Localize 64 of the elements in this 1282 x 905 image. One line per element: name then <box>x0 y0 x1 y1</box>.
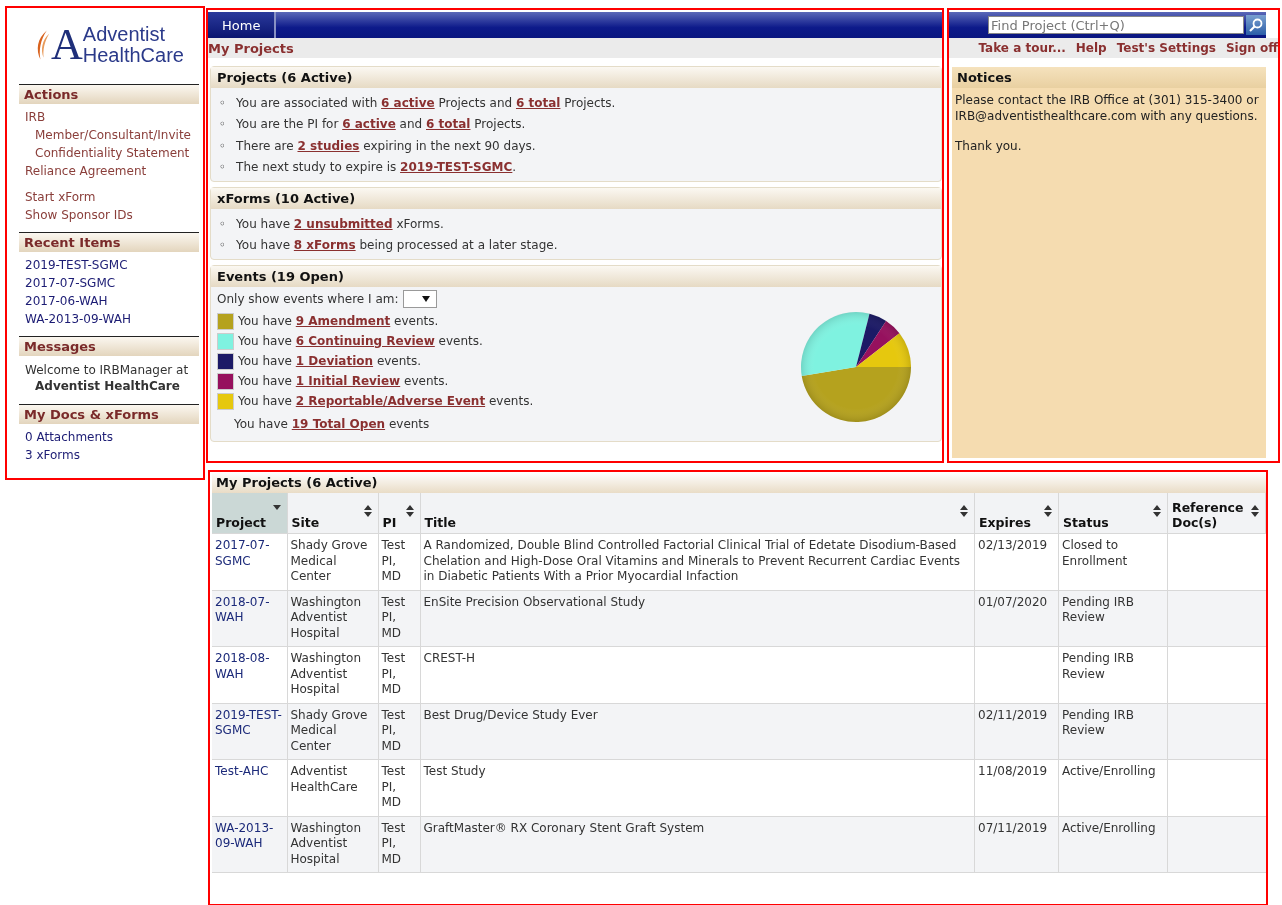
summary-line: There are 2 studies expiring in the next 90 days. <box>236 137 536 154</box>
table-cell: Active/Enrolling <box>1062 820 1156 835</box>
table-cell: Test PI, MD <box>381 707 406 753</box>
bullet: ◦ <box>219 237 227 254</box>
event-line: You have 6 Continuing Review events. <box>238 334 483 348</box>
event-line: You have 1 Deviation events. <box>238 354 422 368</box>
table-cell: Best Drug/Device Study Ever <box>423 707 598 722</box>
breadcrumb: My Projects <box>208 40 294 56</box>
panel-title: Notices <box>952 67 1266 88</box>
logo-text: HealthCare <box>82 45 184 66</box>
table-cell: 07/11/2019 <box>978 820 1048 835</box>
summary-line: You are associated with 6 active Projects and 6 total Projects. <box>236 94 616 111</box>
section-header: Actions <box>19 84 199 104</box>
event-line: You have 19 Total Open events <box>234 417 430 431</box>
summary-line: You are the PI for 6 active and 6 total Projects. <box>236 116 526 133</box>
table-cell: Active/Enrolling <box>1062 764 1156 778</box>
table-cell: Shady Grove Medical Center <box>290 538 368 583</box>
section-header: My Docs & xForms <box>19 404 199 424</box>
table-cell: Test PI, MD <box>381 651 406 696</box>
table-cell: A Randomized, Double Blind Controlled Factorial Clinical Trial of Edetate Disodium-Based Chelation and High-Dose Oral Vitamins and Minerals to Prevent Recurrent Cardiac Events in Diabetic Patients With a Prior Myocardial Infaction <box>423 538 960 583</box>
section-header: Messages <box>19 336 199 356</box>
bullet: ◦ <box>219 94 227 111</box>
summary-line: You have 2 unsubmitted xForms. <box>236 215 444 232</box>
event-line: You have 1 Initial Review events. <box>238 374 449 388</box>
table-cell: Pending IRB Review <box>1062 651 1134 681</box>
table-cell: 02/13/2019 <box>978 538 1048 552</box>
panel-title: My Projects (6 Active) <box>212 472 1266 493</box>
table-cell: Washington Adventist Hospital <box>290 594 362 640</box>
table-cell: 02/11/2019 <box>978 707 1048 722</box>
table-cell: EnSite Precision Observational Study <box>423 594 646 609</box>
event-line: You have 9 Amendment events. <box>238 314 439 328</box>
summary-line: You have 8 xForms being processed at a later stage. <box>236 237 558 254</box>
table-cell: GraftMaster® RX Coronary Stent Graft System <box>423 820 705 835</box>
table-cell: Adventist HealthCare <box>290 764 358 794</box>
event-line: You have 2 Reportable/Adverse Event events. <box>238 394 534 408</box>
table-cell: 11/08/2019 <box>978 764 1048 778</box>
table-cell: Pending IRB Review <box>1062 707 1134 737</box>
table-cell: Test PI, MD <box>381 594 406 640</box>
panel-title: xForms (10 Active) <box>211 188 941 209</box>
section-header: Recent Items <box>19 232 199 252</box>
panel-title: Events (19 Open) <box>211 266 941 287</box>
table-cell: Test PI, MD <box>381 820 406 866</box>
summary-line: The next study to expire is 2019-TEST-SGMC. <box>236 159 517 176</box>
table-cell: Test PI, MD <box>381 764 406 809</box>
welcome-message: Welcome to IRBManager at Adventist HealthCare <box>25 362 190 394</box>
table-cell: Test PI, MD <box>381 538 406 583</box>
table-cell: Test Study <box>423 764 486 778</box>
bullet: ◦ <box>219 215 227 232</box>
notice-text: Please contact the IRB Office at (301) 315-3400 or IRB@adventisthealthcare.com with any questions. <box>955 92 1260 124</box>
table-cell: Washington Adventist Hospital <box>290 651 362 696</box>
table-cell: 01/07/2020 <box>978 594 1048 609</box>
logo-mark: A <box>51 23 83 67</box>
bullet: ◦ <box>219 159 227 176</box>
table-cell: Washington Adventist Hospital <box>290 820 362 866</box>
bullet: ◦ <box>219 116 227 133</box>
table-cell: CREST-H <box>423 651 475 665</box>
logo-text: Adventist <box>82 24 167 45</box>
notice-text: Thank you. <box>955 138 1023 154</box>
panel-title: Projects (6 Active) <box>211 67 941 88</box>
table-cell: Shady Grove Medical Center <box>290 707 368 753</box>
bullet: ◦ <box>219 137 227 154</box>
filter-label: Only show events where I am: <box>217 292 399 306</box>
table-cell: Pending IRB Review <box>1062 594 1134 624</box>
table-cell: Closed to Enrollment <box>1062 538 1128 568</box>
